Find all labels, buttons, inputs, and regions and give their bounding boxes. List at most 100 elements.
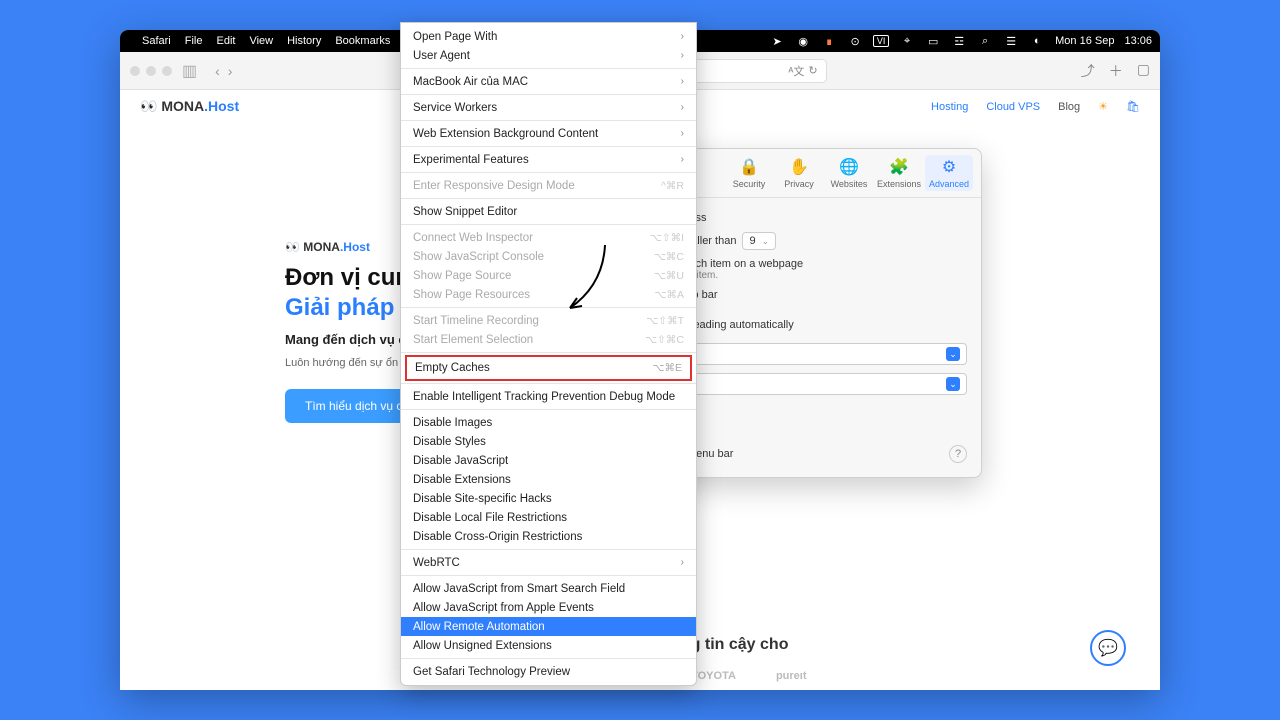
nav-cloud-vps[interactable]: Cloud VPS bbox=[986, 101, 1040, 113]
menu-item[interactable]: Get Safari Technology Preview bbox=[401, 662, 696, 681]
menu-item[interactable]: Service Workers› bbox=[401, 98, 696, 117]
lock-icon: 🔒 bbox=[739, 157, 759, 177]
menu-item[interactable]: Enable Intelligent Tracking Prevention D… bbox=[401, 387, 696, 406]
screen-record-icon[interactable]: ⊙ bbox=[847, 35, 863, 47]
window-close-button[interactable] bbox=[130, 66, 140, 76]
menu-item-label: Start Element Selection bbox=[413, 334, 533, 346]
translate-icon[interactable]: ᴬ文 bbox=[788, 63, 804, 79]
menu-item[interactable]: Disable Styles bbox=[401, 432, 696, 451]
menu-item[interactable]: Disable Extensions bbox=[401, 470, 696, 489]
nav-blog[interactable]: Blog bbox=[1058, 101, 1080, 113]
share-icon[interactable]: ⤴ bbox=[1081, 61, 1095, 81]
menu-item-label: Enable Intelligent Tracking Prevention D… bbox=[413, 391, 675, 403]
chat-widget-button[interactable]: 💬 bbox=[1090, 630, 1126, 666]
menu-item[interactable]: Allow JavaScript from Smart Search Field bbox=[401, 579, 696, 598]
menubar-time[interactable]: 13:06 bbox=[1124, 35, 1152, 47]
prefs-tab-advanced[interactable]: ⚙Advanced bbox=[925, 155, 973, 191]
back-button[interactable]: ‹ bbox=[215, 63, 220, 79]
reload-icon[interactable]: ↻ bbox=[808, 64, 817, 77]
chevron-right-icon: › bbox=[681, 128, 684, 139]
menu-item[interactable]: Disable Local File Restrictions bbox=[401, 508, 696, 527]
font-size-select[interactable]: 9⌄ bbox=[742, 232, 776, 250]
menu-separator bbox=[401, 120, 696, 121]
menu-item[interactable]: WebRTC› bbox=[401, 553, 696, 572]
prefs-tab-extensions[interactable]: 🧩Extensions bbox=[875, 155, 923, 191]
menu-item-label: Disable Extensions bbox=[413, 474, 511, 486]
menu-separator bbox=[401, 549, 696, 550]
menu-item[interactable]: Show Snippet Editor bbox=[401, 202, 696, 221]
sidebar-toggle-icon[interactable]: ▥ bbox=[182, 61, 197, 81]
nav-hosting[interactable]: Hosting bbox=[931, 101, 968, 113]
input-lang-icon[interactable]: VI bbox=[873, 35, 889, 47]
theme-toggle-icon[interactable]: ☀ bbox=[1098, 100, 1108, 113]
menu-item[interactable]: Allow Unsigned Extensions bbox=[401, 636, 696, 655]
menu-item[interactable]: User Agent› bbox=[401, 46, 696, 65]
menu-item-label: Disable JavaScript bbox=[413, 455, 508, 467]
hand-icon: ✋ bbox=[789, 157, 809, 177]
record-icon[interactable]: ◉ bbox=[795, 35, 811, 47]
menu-item[interactable]: MacBook Air của MAC› bbox=[401, 72, 696, 91]
menu-item-label: Show JavaScript Console bbox=[413, 251, 544, 263]
menu-item-label: Disable Styles bbox=[413, 436, 486, 448]
menu-shortcut: ⌥⇧⌘C bbox=[645, 334, 684, 346]
search-icon[interactable]: ⌕ bbox=[977, 35, 993, 47]
menubar-date[interactable]: Mon 16 Sep bbox=[1055, 35, 1114, 47]
wifi-icon[interactable]: ☲ bbox=[951, 35, 967, 47]
siri-icon[interactable]: ◐ bbox=[1029, 35, 1045, 47]
menu-item: Connect Web Inspector⌥⇧⌘I bbox=[401, 228, 696, 247]
menu-item-label: Allow Unsigned Extensions bbox=[413, 640, 552, 652]
mic-icon[interactable]: ∎ bbox=[821, 35, 837, 47]
menu-item: Start Timeline Recording⌥⇧⌘T bbox=[401, 311, 696, 330]
menu-item[interactable]: Open Page With› bbox=[401, 27, 696, 46]
menu-item-label: Disable Local File Restrictions bbox=[413, 512, 567, 524]
window-minimize-button[interactable] bbox=[146, 66, 156, 76]
prefs-tab-security[interactable]: 🔒Security bbox=[725, 155, 773, 191]
menu-item[interactable]: Experimental Features› bbox=[401, 150, 696, 169]
menu-item: Enter Responsive Design Mode^⌘R bbox=[401, 176, 696, 195]
help-button[interactable]: ? bbox=[949, 445, 967, 463]
site-logo[interactable]: 👀 MONA.Host bbox=[140, 98, 239, 115]
location-icon[interactable]: ➤ bbox=[769, 35, 785, 47]
menu-item-label: Disable Images bbox=[413, 417, 492, 429]
menu-separator bbox=[401, 68, 696, 69]
tabs-icon[interactable]: ▢ bbox=[1137, 61, 1150, 81]
menu-view[interactable]: View bbox=[249, 35, 273, 47]
menu-shortcut: ⌥⇧⌘I bbox=[650, 232, 684, 244]
menu-item[interactable]: Disable Site-specific Hacks bbox=[401, 489, 696, 508]
menu-shortcut: ⌥⌘C bbox=[654, 251, 684, 263]
menu-history[interactable]: History bbox=[287, 35, 321, 47]
battery-icon[interactable]: ▭ bbox=[925, 35, 941, 47]
control-center-icon[interactable]: ☰ bbox=[1003, 35, 1019, 47]
menu-edit[interactable]: Edit bbox=[216, 35, 235, 47]
menu-item-empty-caches[interactable]: Empty Caches⌥⌘E bbox=[407, 357, 690, 379]
menu-separator bbox=[401, 352, 696, 353]
menu-shortcut: ⌥⌘A bbox=[654, 289, 684, 301]
menu-safari[interactable]: Safari bbox=[142, 35, 171, 47]
menu-file[interactable]: File bbox=[185, 35, 203, 47]
menu-item[interactable]: Allow Remote Automation bbox=[401, 617, 696, 636]
menu-bookmarks[interactable]: Bookmarks bbox=[335, 35, 390, 47]
menu-item[interactable]: Web Extension Background Content› bbox=[401, 124, 696, 143]
menu-item[interactable]: Disable Cross-Origin Restrictions bbox=[401, 527, 696, 546]
bluetooth-icon[interactable]: ⌖ bbox=[899, 35, 915, 47]
prefs-tab-privacy[interactable]: ✋Privacy bbox=[775, 155, 823, 191]
window-zoom-button[interactable] bbox=[162, 66, 172, 76]
partner-logo: TOYOTA bbox=[691, 670, 736, 686]
forward-button[interactable]: › bbox=[228, 63, 233, 79]
develop-menu-dropdown[interactable]: Open Page With›User Agent›MacBook Air củ… bbox=[400, 22, 697, 686]
new-tab-icon[interactable]: ＋ bbox=[1109, 61, 1123, 81]
menu-separator bbox=[401, 575, 696, 576]
menu-item-label: User Agent bbox=[413, 50, 470, 62]
gear-icon: ⚙ bbox=[942, 157, 956, 177]
chevron-right-icon: › bbox=[681, 102, 684, 113]
menu-item-label: Allow JavaScript from Smart Search Field bbox=[413, 583, 625, 595]
menu-item[interactable]: Disable Images bbox=[401, 413, 696, 432]
menu-item: Show Page Source⌥⌘U bbox=[401, 266, 696, 285]
menu-item[interactable]: Allow JavaScript from Apple Events bbox=[401, 598, 696, 617]
chevron-right-icon: › bbox=[681, 76, 684, 87]
prefs-tab-websites[interactable]: 🌐Websites bbox=[825, 155, 873, 191]
partner-logo: pureıt bbox=[776, 670, 807, 686]
menu-item[interactable]: Disable JavaScript bbox=[401, 451, 696, 470]
cart-icon[interactable]: 🛍 bbox=[1126, 100, 1140, 113]
menu-item-label: Show Snippet Editor bbox=[413, 206, 517, 218]
